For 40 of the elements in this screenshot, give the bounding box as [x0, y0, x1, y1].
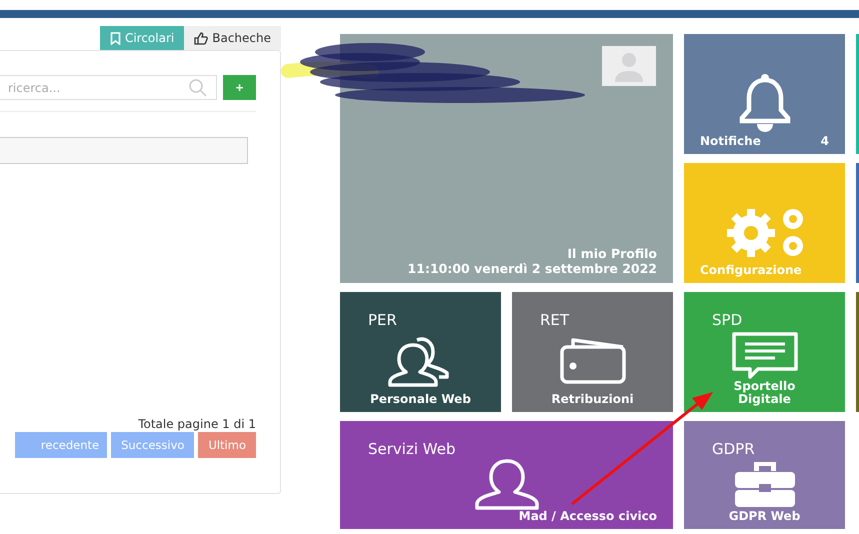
- tile[interactable]: PER Personale Web: [340, 292, 501, 412]
- user-icon: [472, 458, 540, 510]
- tile[interactable]: GDPR GDPR Web: [684, 421, 845, 529]
- tab[interactable]: Bacheche: [184, 26, 281, 50]
- tile-label: Configurazione: [700, 264, 802, 277]
- tile-label: GDPR Web: [728, 510, 800, 523]
- tile-label: Retribuzioni: [551, 393, 634, 406]
- notification-count: 4: [820, 135, 829, 148]
- page-count: Totale pagine 1 di 1: [137, 417, 256, 431]
- page-button[interactable]: Ultimo: [198, 432, 256, 458]
- avatar-icon: [602, 46, 656, 86]
- input-field[interactable]: [0, 137, 248, 164]
- tile[interactable]: Notifiche 4: [684, 34, 845, 154]
- briefcase-icon: [734, 460, 796, 508]
- tile-code: RET: [540, 311, 570, 329]
- search-field[interactable]: ricerca...: [0, 75, 217, 100]
- tile[interactable]: Servizi Web Mad / Accesso civico: [340, 421, 673, 529]
- bookmark-icon: [110, 32, 121, 44]
- tile-code: PER: [368, 311, 398, 329]
- profile-link[interactable]: Il mio Profilo: [567, 246, 657, 261]
- add-button[interactable]: +: [223, 75, 256, 100]
- tile-code: SPD: [712, 311, 744, 329]
- tile[interactable]: RET Retribuzioni: [512, 292, 673, 412]
- search-icon: [189, 79, 207, 97]
- chat-icon: [730, 330, 798, 378]
- thumbs-up-icon: [194, 32, 208, 44]
- date-time: 11:10:00 venerdì 2 settembre 2022: [408, 261, 657, 276]
- page-button[interactable]: recedente: [15, 432, 108, 458]
- wallet-icon: [558, 337, 626, 385]
- page-button[interactable]: Successivo: [111, 432, 194, 458]
- tile[interactable]: SPD Sportello Digitale: [684, 292, 845, 412]
- tile[interactable]: Configurazione: [684, 163, 845, 283]
- tile-label: Sportello Digitale: [732, 380, 796, 406]
- tile-code: Servizi Web: [368, 440, 456, 458]
- tile-label: Notifiche: [700, 135, 761, 148]
- tile-label: Mad / Accesso civico: [518, 510, 657, 523]
- tile[interactable]: Il mio Profilo 11:10:00 venerdì 2 settembre 2022: [340, 34, 673, 283]
- tab[interactable]: Circolari: [100, 26, 184, 50]
- tile-code: GDPR: [712, 440, 756, 458]
- tile-label: Personale Web: [370, 393, 471, 406]
